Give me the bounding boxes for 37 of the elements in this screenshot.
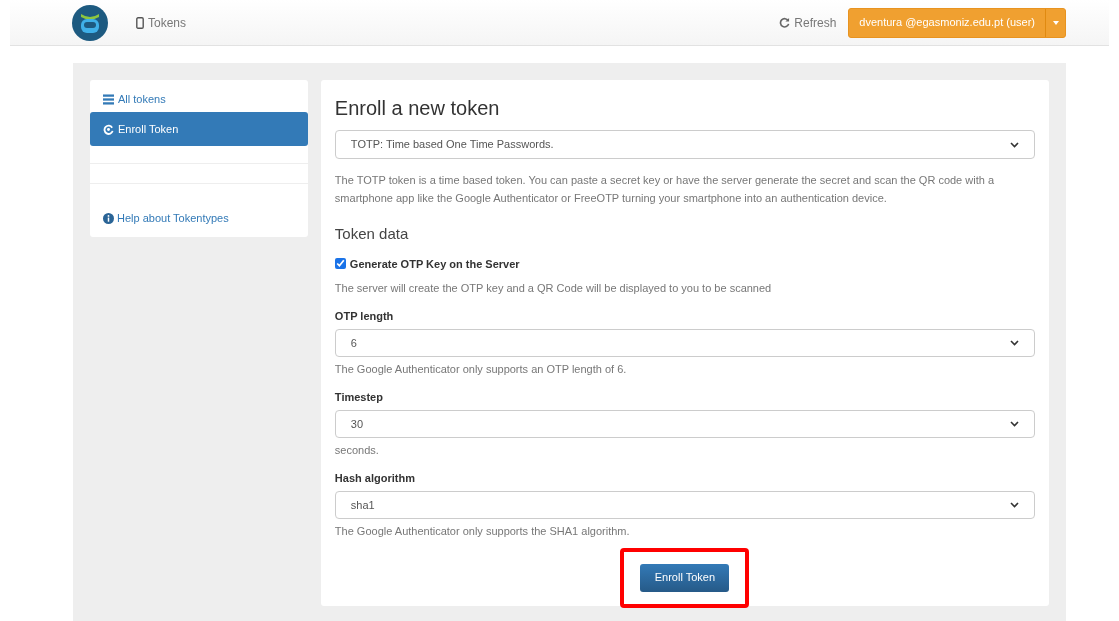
- help-text: The Google Authenticator only supports an OTP length of 6.: [334, 362, 628, 377]
- help-text: seconds.: [334, 443, 380, 458]
- sidebar-item[interactable]: All tokens: [90, 86, 308, 112]
- section-heading: Token data: [334, 224, 410, 244]
- select-value: sha1: [350, 497, 375, 513]
- chevron-icon: [1010, 502, 1019, 508]
- field-label: Hash algorithm: [334, 470, 416, 486]
- form-title: Enroll a new token: [334, 96, 501, 120]
- token-type-select[interactable]: TOTP: Time based One Time Passwords.: [334, 130, 1035, 159]
- sidebar-item[interactable]: Enroll Token: [90, 112, 308, 146]
- select-value: 6: [350, 335, 357, 351]
- checkbox[interactable]: [334, 258, 346, 270]
- enroll-token-button[interactable]: Enroll Token: [640, 563, 730, 592]
- description-text: The TOTP token is a time based token. You can paste a secret key or have the server generate the secret and scan the QR code with a smartphone app like the Google Authenticator or FreeOTP turning your smartphone into an authentication device.: [334, 173, 996, 206]
- select-value: 30: [350, 416, 364, 432]
- select-field[interactable]: 6: [334, 329, 1035, 357]
- help-link[interactable]: Help about Tokentypes: [117, 210, 229, 227]
- select-value: TOTP: Time based One Time Passwords.: [350, 137, 554, 153]
- select-field[interactable]: 30: [334, 410, 1035, 438]
- field-label: OTP length: [334, 308, 395, 324]
- refresh-link[interactable]: Refresh: [794, 13, 837, 32]
- checkbox-label: Generate OTP Key on the Server: [349, 256, 520, 272]
- help-text: The Google Authenticator only supports the SHA1 algorithm.: [334, 524, 631, 539]
- tokens-nav-link[interactable]: Tokens: [148, 13, 187, 32]
- info-icon: [103, 212, 114, 224]
- enroll-icon: [103, 123, 114, 135]
- caret-icon: [1052, 20, 1059, 25]
- help-text: The server will create the OTP key and a QR Code will be displayed to you to be scanned: [334, 281, 773, 296]
- select-field[interactable]: sha1: [334, 491, 1035, 519]
- refresh-icon: [779, 17, 791, 28]
- list-icon: [103, 93, 114, 105]
- logo-icon[interactable]: [72, 4, 108, 41]
- chevron-icon: [1010, 141, 1019, 148]
- chevron-icon: [1010, 340, 1019, 346]
- chevron-icon: [1010, 421, 1019, 427]
- field-label: Timestep: [334, 389, 384, 405]
- phone-icon: [136, 16, 144, 29]
